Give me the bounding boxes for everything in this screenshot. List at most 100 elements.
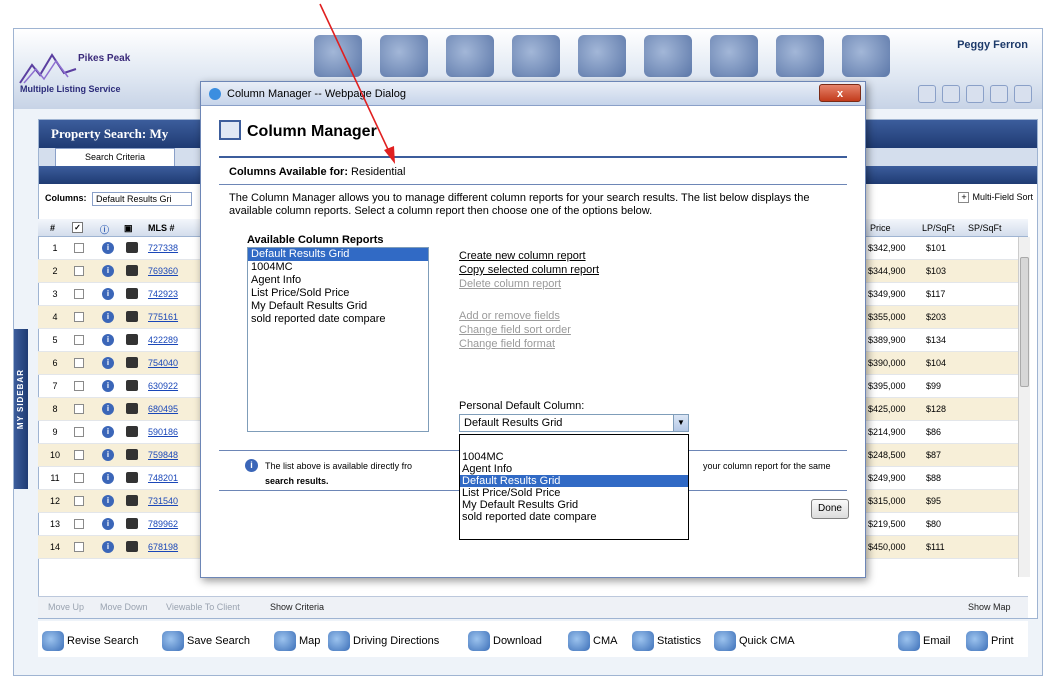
mls-link[interactable]: 630922 [148, 381, 178, 391]
camera-icon[interactable] [126, 403, 138, 414]
list-item[interactable]: 1004MC [248, 261, 428, 274]
row-checkbox[interactable] [74, 496, 84, 506]
camera-icon[interactable] [126, 449, 138, 460]
mls-link[interactable]: 759848 [148, 450, 178, 460]
mls-link[interactable]: 775161 [148, 312, 178, 322]
camera-icon[interactable] [126, 242, 138, 253]
camera-icon[interactable] [126, 380, 138, 391]
show-criteria-button[interactable]: Show Criteria [270, 602, 324, 612]
list-item[interactable]: sold reported date compare [248, 313, 428, 326]
user-name[interactable]: Peggy Ferron [957, 39, 1028, 51]
mls-link[interactable]: 754040 [148, 358, 178, 368]
move-up-button[interactable]: Move Up [48, 602, 84, 612]
row-checkbox[interactable] [74, 427, 84, 437]
tools-nav-icon[interactable] [842, 35, 890, 77]
mls-link[interactable]: 678198 [148, 542, 178, 552]
personal-default-select[interactable]: Default Results Grid ▼ [459, 414, 689, 432]
list-item[interactable]: List Price/Sold Price [248, 287, 428, 300]
statistics-button[interactable]: Statistics [632, 631, 701, 651]
info-icon[interactable]: i [102, 242, 114, 254]
camera-icon[interactable] [126, 265, 138, 276]
dropdown-option[interactable]: Agent Info [460, 463, 688, 475]
row-checkbox[interactable] [74, 335, 84, 345]
scrollbar-thumb[interactable] [1020, 257, 1029, 387]
info-icon[interactable]: i [102, 311, 114, 323]
row-checkbox[interactable] [74, 450, 84, 460]
info-icon[interactable]: i [102, 334, 114, 346]
flag-icon[interactable] [966, 85, 984, 103]
mls-link[interactable]: 590186 [148, 427, 178, 437]
camera-icon[interactable] [126, 357, 138, 368]
row-checkbox[interactable] [74, 473, 84, 483]
mls-link[interactable]: 727338 [148, 243, 178, 253]
create-report-link[interactable]: Create new column report [459, 250, 586, 262]
documents-nav-icon[interactable] [578, 35, 626, 77]
download-button[interactable]: Download [468, 631, 542, 651]
info-icon[interactable]: i [102, 449, 114, 461]
dropdown-option[interactable]: 1004MC [460, 451, 688, 463]
info-icon[interactable]: i [102, 288, 114, 300]
list-item[interactable]: Default Results Grid [248, 248, 428, 261]
row-checkbox[interactable] [74, 519, 84, 529]
info-icon[interactable]: i [102, 403, 114, 415]
dropdown-option[interactable]: My Default Results Grid [460, 499, 688, 511]
row-checkbox[interactable] [74, 542, 84, 552]
info-icon[interactable]: i [102, 357, 114, 369]
row-checkbox[interactable] [74, 243, 84, 253]
show-map-button[interactable]: Show Map [968, 602, 1011, 612]
camera-icon[interactable] [126, 472, 138, 483]
move-down-button[interactable]: Move Down [100, 602, 148, 612]
info-icon[interactable]: i [102, 426, 114, 438]
col-mls[interactable]: MLS # [148, 223, 175, 233]
diamond-icon[interactable] [990, 85, 1008, 103]
camera-icon[interactable] [126, 541, 138, 552]
my-sidebar-tab[interactable]: MY SIDEBAR [14, 329, 28, 489]
camera-icon[interactable] [126, 495, 138, 506]
list-item[interactable]: Agent Info [248, 274, 428, 287]
mls-logo[interactable]: Pikes Peak Multiple Listing Service [18, 39, 188, 94]
driving-directions-button[interactable]: Driving Directions [328, 631, 439, 651]
revise-search-button[interactable]: Revise Search [42, 631, 139, 651]
multi-field-sort-button[interactable]: + Multi-Field Sort [958, 192, 1033, 203]
row-checkbox[interactable] [74, 358, 84, 368]
save-search-button[interactable]: Save Search [162, 631, 250, 651]
envelope-icon[interactable] [942, 85, 960, 103]
dropdown-option[interactable]: Default Results Grid [460, 475, 688, 487]
list-item[interactable]: My Default Results Grid [248, 300, 428, 313]
binoculars-nav-icon[interactable] [776, 35, 824, 77]
select-all-checkbox[interactable]: ✓ [72, 222, 83, 233]
cma-button[interactable]: CMA [568, 631, 617, 651]
dropdown-option[interactable]: List Price/Sold Price [460, 487, 688, 499]
copy-report-link[interactable]: Copy selected column report [459, 264, 599, 276]
camera-icon[interactable] [126, 288, 138, 299]
personal-default-dropdown[interactable]: 1004MC Agent Info Default Results Grid List… [459, 434, 689, 540]
col-num[interactable]: # [50, 223, 55, 233]
dropdown-option[interactable] [460, 435, 688, 451]
house-nav-icon[interactable] [644, 35, 692, 77]
search-nav-icon[interactable] [380, 35, 428, 77]
available-reports-list[interactable]: Default Results Grid 1004MC Agent Info List… [247, 247, 429, 432]
tab-search-criteria[interactable]: Search Criteria [55, 148, 175, 166]
row-checkbox[interactable] [74, 404, 84, 414]
col-sp-sqft[interactable]: SP/SqFt [968, 223, 1002, 233]
close-button[interactable]: x [819, 84, 861, 102]
col-lp-sqft[interactable]: LP/SqFt [922, 223, 955, 233]
dialog-titlebar[interactable]: Column Manager -- Webpage Dialog x [201, 82, 865, 106]
map-button[interactable]: Map [274, 631, 320, 651]
row-checkbox[interactable] [74, 312, 84, 322]
chevron-down-icon[interactable]: ▼ [673, 415, 688, 431]
columns-select[interactable]: Default Results Gri [92, 192, 193, 206]
add-remove-fields-link[interactable]: Add or remove fields [459, 310, 560, 322]
info-icon[interactable]: i [102, 472, 114, 484]
delete-report-link[interactable]: Delete column report [459, 278, 561, 290]
tag-nav-icon[interactable] [512, 35, 560, 77]
home-nav-icon[interactable] [314, 35, 362, 77]
ticket-nav-icon[interactable] [710, 35, 758, 77]
row-checkbox[interactable] [74, 381, 84, 391]
done-button[interactable]: Done [811, 499, 849, 519]
info-icon[interactable]: i [102, 265, 114, 277]
info-icon[interactable]: i [102, 518, 114, 530]
mls-link[interactable]: 680495 [148, 404, 178, 414]
mls-link[interactable]: 789962 [148, 519, 178, 529]
info-icon[interactable]: i [102, 541, 114, 553]
